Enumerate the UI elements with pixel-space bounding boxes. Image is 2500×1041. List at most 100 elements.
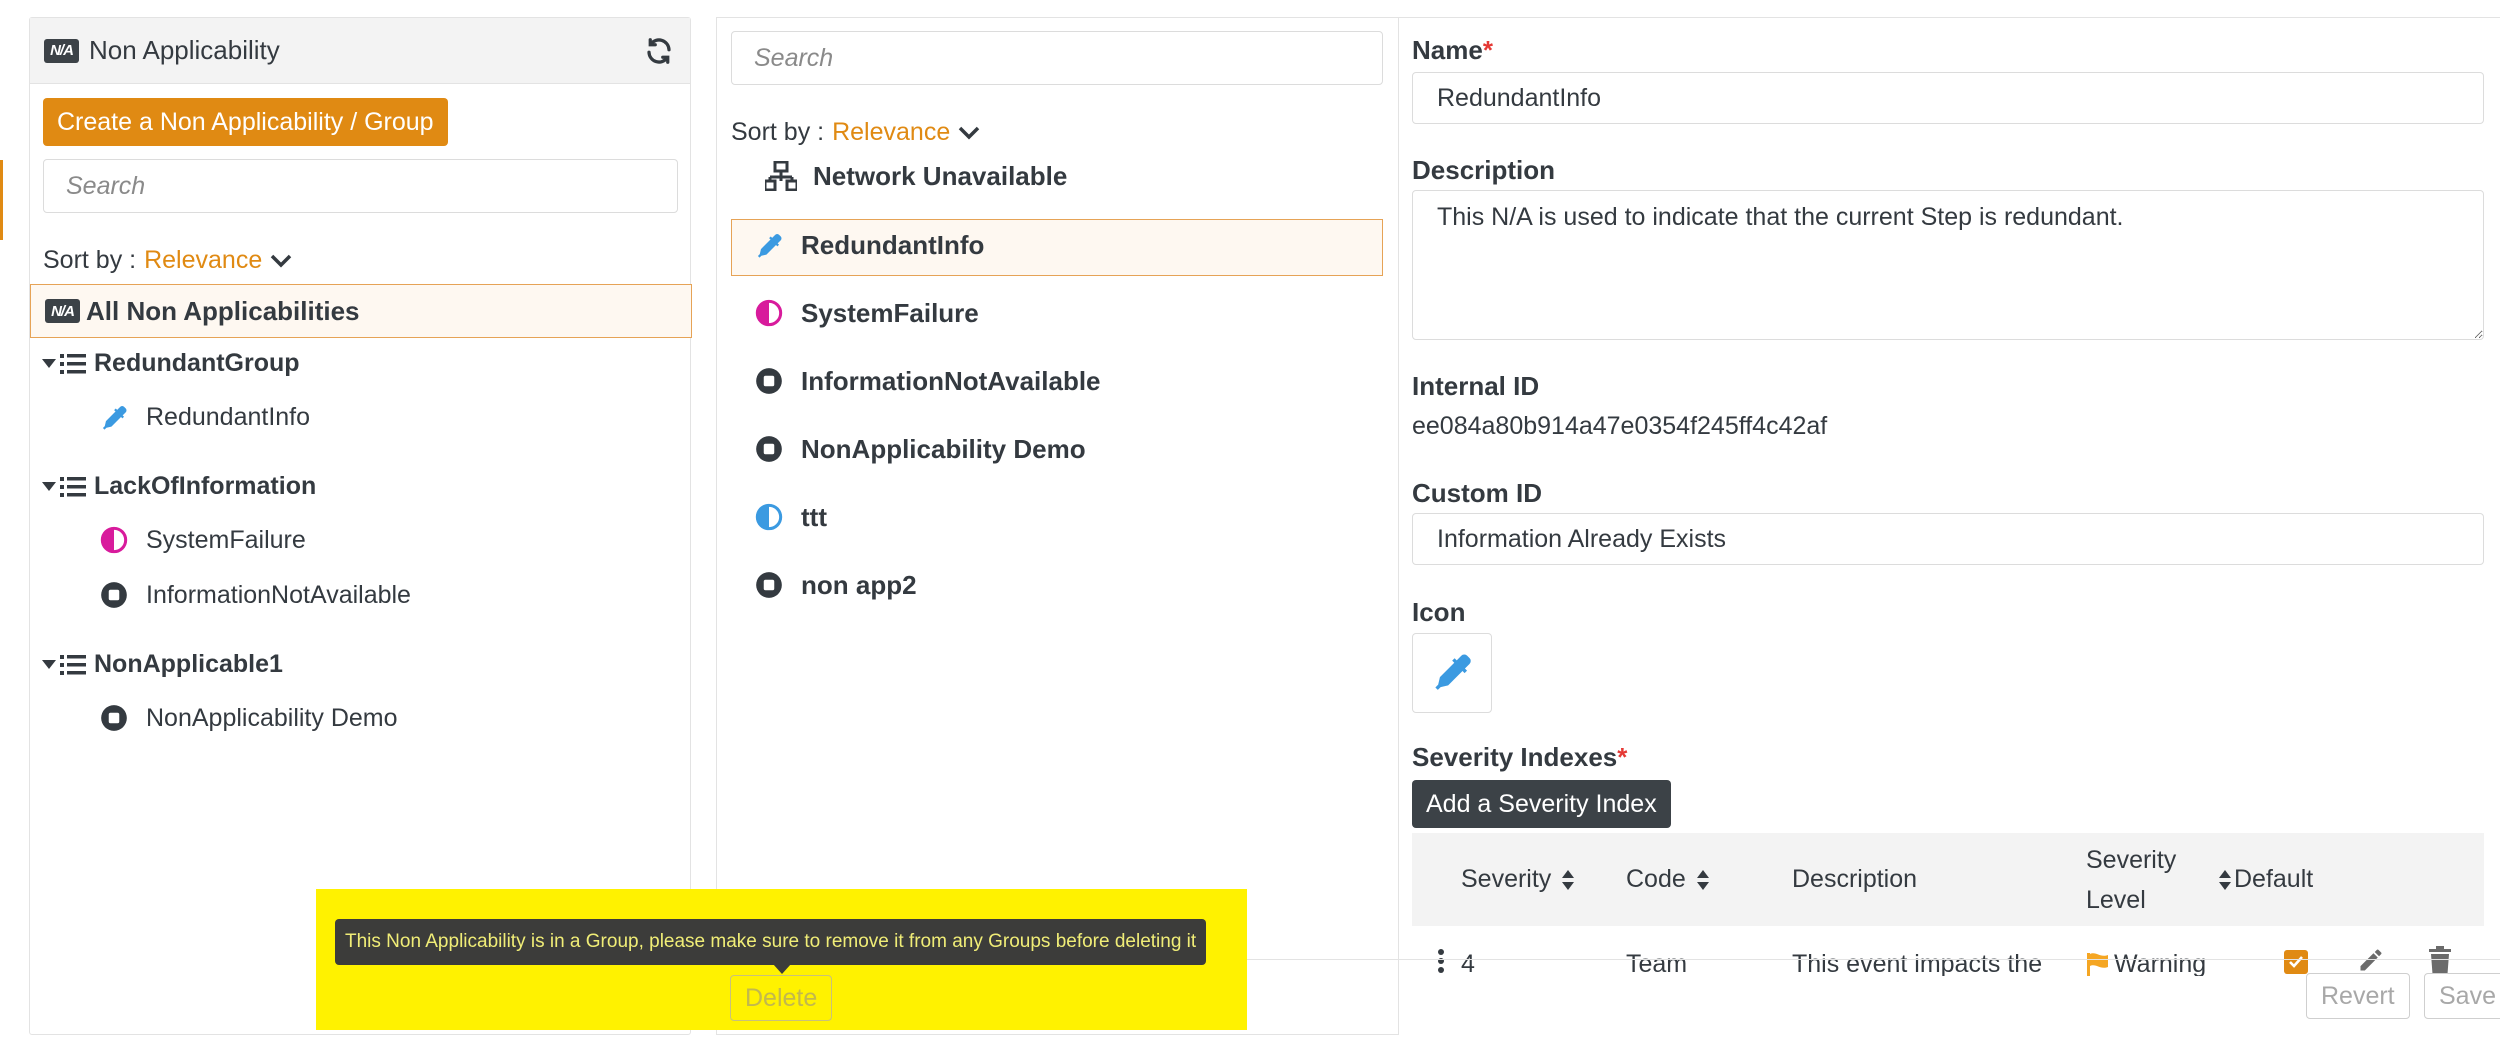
group-label: NonApplicable1: [94, 650, 283, 678]
sidebar-active-indicator: [0, 160, 3, 240]
tree-group-redundantgroup[interactable]: RedundantGroup: [42, 349, 300, 378]
severity-table-header: Severity Code Description Severity Level…: [1412, 833, 2484, 926]
list-item-redundantinfo[interactable]: RedundantInfo: [753, 229, 984, 261]
panel-header: N/A Non Applicability: [30, 18, 690, 84]
list-item-systemfailure[interactable]: SystemFailure: [753, 297, 979, 329]
severity-level-column-header[interactable]: Severity Level: [2086, 833, 2176, 926]
tree-group-nonapplicable1[interactable]: NonApplicable1: [42, 650, 283, 679]
sort-icon[interactable]: [1696, 869, 1710, 891]
non-applicability-list-panel: Sort by : Relevance Network Unavailable …: [716, 17, 1398, 1035]
trash-icon[interactable]: [2428, 946, 2452, 976]
severity-indexes-label: Severity Indexes*: [1412, 742, 1627, 773]
required-mark: *: [1482, 35, 1493, 65]
group-label: RedundantGroup: [94, 349, 300, 377]
chevron-down-icon[interactable]: [958, 125, 980, 141]
delete-tooltip: This Non Applicability is in a Group, pl…: [335, 919, 1207, 965]
refresh-icon[interactable]: [643, 35, 675, 67]
header-label: Default: [2234, 865, 2314, 893]
tooltip-arrow: [773, 964, 791, 974]
internal-id-label: Internal ID: [1412, 371, 1540, 401]
header-label: Code: [1626, 865, 1686, 893]
item-label: InformationNotAvailable: [801, 365, 1101, 396]
icon-picker[interactable]: [1412, 633, 1492, 713]
description-cell: This event impacts the: [1792, 950, 2043, 976]
sort-icon[interactable]: [1561, 869, 1575, 891]
code-column-header[interactable]: Code: [1626, 833, 1710, 926]
list-item-ttt[interactable]: ttt: [753, 501, 827, 533]
flag-icon: [2086, 952, 2110, 976]
panel-title: Non Applicability: [89, 35, 280, 65]
tree-item-informationnotavailable[interactable]: InformationNotAvailable: [98, 579, 411, 611]
custom-id-input[interactable]: [1412, 513, 2484, 565]
description-field-label: Description: [1412, 155, 1556, 185]
item-label: ttt: [801, 501, 827, 532]
name-input[interactable]: [1412, 72, 2484, 124]
list-item-informationnotavailable[interactable]: InformationNotAvailable: [753, 365, 1101, 397]
caret-down-icon[interactable]: [42, 482, 56, 491]
caret-down-icon[interactable]: [42, 359, 56, 368]
name-label-text: Name: [1412, 35, 1483, 65]
stop-circle-icon: [753, 365, 785, 397]
revert-button[interactable]: Revert: [2306, 973, 2410, 1019]
half-circle-icon: [753, 501, 785, 533]
default-checkbox[interactable]: [2284, 950, 2308, 974]
list-item-non-app2[interactable]: non app2: [753, 569, 917, 601]
item-label: RedundantInfo: [146, 402, 311, 431]
drag-handle-icon[interactable]: [1437, 948, 1445, 976]
default-column-header[interactable]: Default: [2218, 833, 2313, 926]
highlight-overlay: This Non Applicability is in a Group, pl…: [316, 889, 1247, 1030]
half-circle-icon: [753, 297, 785, 329]
network-icon: [765, 160, 797, 192]
level-text: Warning: [2114, 950, 2207, 976]
save-button[interactable]: Save: [2424, 973, 2500, 1019]
sort-value[interactable]: Relevance: [144, 246, 262, 275]
sort-value[interactable]: Relevance: [832, 118, 950, 147]
description-textarea[interactable]: This N/A is used to indicate that the cu…: [1412, 190, 2484, 340]
non-applicability-tree-panel: N/A Non Applicability Create a Non Appli…: [29, 17, 692, 1035]
list-item-network-unavailable[interactable]: Network Unavailable: [765, 160, 1067, 192]
description-column-header: Description: [1792, 865, 1918, 893]
item-label: SystemFailure: [146, 525, 306, 554]
item-label: SystemFailure: [801, 297, 979, 328]
item-label: RedundantInfo: [801, 229, 985, 260]
eyedropper-icon: [1431, 650, 1473, 697]
list-icon: [60, 476, 86, 498]
severity-level-cell: Warning: [2086, 950, 2206, 976]
item-label: NonApplicability Demo: [801, 433, 1086, 464]
delete-button[interactable]: Delete: [730, 975, 833, 1021]
eyedropper-icon: [98, 401, 130, 433]
custom-id-label: Custom ID: [1412, 478, 1542, 508]
na-badge-icon: N/A: [44, 38, 79, 63]
list-sort-control: Sort by : Relevance: [731, 118, 980, 147]
group-label: LackOfInformation: [94, 472, 317, 500]
list-search-input[interactable]: [731, 31, 1383, 85]
required-mark: *: [1617, 742, 1628, 772]
header-label: Severity: [2086, 845, 2177, 874]
caret-down-icon[interactable]: [42, 660, 56, 669]
create-non-applicability-button[interactable]: Create a Non Applicability / Group: [43, 98, 448, 146]
tree-item-systemfailure[interactable]: SystemFailure: [98, 524, 306, 556]
stop-circle-icon: [98, 702, 130, 734]
item-label: Network Unavailable: [813, 160, 1068, 191]
severity-cell: 4: [1461, 950, 1475, 976]
item-label: InformationNotAvailable: [146, 580, 411, 609]
stop-circle-icon: [98, 579, 130, 611]
icon-field-label: Icon: [1412, 597, 1466, 627]
item-label: NonApplicability Demo: [146, 703, 398, 732]
eyedropper-icon: [753, 229, 785, 261]
sort-icon[interactable]: [2218, 869, 2232, 891]
severity-column-header[interactable]: Severity: [1461, 833, 1575, 926]
stop-circle-icon: [753, 569, 785, 601]
internal-id-value: ee084a80b914a47e0354f245ff4c42af: [1412, 412, 1828, 440]
tree-item-nonapplicability-demo[interactable]: NonApplicability Demo: [98, 702, 398, 734]
code-cell: Team: [1626, 950, 1688, 976]
add-severity-index-button[interactable]: Add a Severity Index: [1412, 780, 1671, 828]
all-non-applicabilities-label: All Non Applicabilities: [86, 295, 360, 326]
chevron-down-icon[interactable]: [270, 253, 292, 269]
tree-group-lackofinformation[interactable]: LackOfInformation: [42, 472, 316, 501]
list-item-nonapplicability-demo[interactable]: NonApplicability Demo: [753, 433, 1086, 465]
tree-item-redundantinfo[interactable]: RedundantInfo: [98, 401, 310, 433]
left-search-input[interactable]: [43, 159, 678, 213]
edit-icon[interactable]: [2357, 946, 2385, 976]
all-non-applicabilities-item[interactable]: N/A All Non Applicabilities: [30, 284, 692, 338]
